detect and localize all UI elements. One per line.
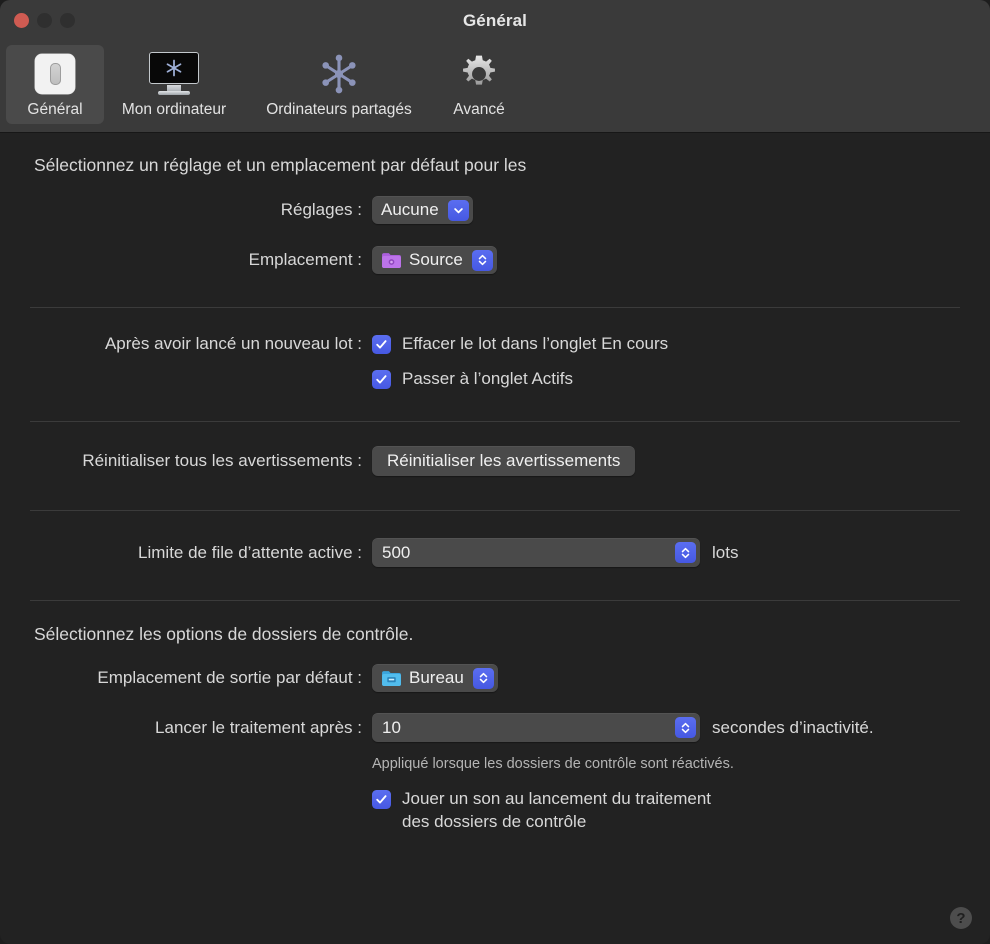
checkbox-switch-active-tab-label: Passer à l’onglet Actifs (402, 368, 574, 388)
monitor-icon (147, 51, 201, 97)
processing-delay-stepper[interactable]: 10 (372, 713, 700, 743)
checkbox-clear-batch[interactable]: Effacer le lot dans l’onglet En cours (372, 333, 668, 356)
reset-warnings-button[interactable]: Réinitialiser les avertissements (372, 446, 636, 477)
tab-general-label: Général (27, 101, 83, 118)
checkbox-icon (372, 335, 391, 354)
output-location-popup-button[interactable]: Bureau (372, 664, 498, 693)
defaults-section: Sélectionnez un réglage et un emplacemen… (0, 133, 990, 274)
processing-delay-label: Lancer le traitement après : (155, 717, 362, 737)
window-title: Général (462, 11, 527, 30)
reset-warnings-section: Réinitialiser tous les avertissements : … (0, 422, 990, 477)
location-label: Emplacement : (248, 250, 362, 269)
tab-advanced[interactable]: Avancé (434, 45, 524, 124)
tab-shared-computers[interactable]: Ordinateurs partagés (244, 45, 434, 124)
checkbox-play-sound-label-line2: des dossiers de contrôle (402, 811, 587, 831)
toggle-switch-icon (35, 51, 75, 97)
location-popup-value: Source (409, 250, 463, 269)
tab-my-computer-label: Mon ordinateur (121, 101, 227, 118)
processing-delay-value: 10 (382, 717, 401, 737)
defaults-heading: Sélectionnez un réglage et un emplacemen… (34, 155, 527, 175)
preferences-content: Sélectionnez un réglage et un emplacemen… (0, 133, 990, 943)
queue-limit-section: Limite de file d’attente active : 500 lo… (0, 511, 990, 568)
settings-popup-value: Aucune (381, 200, 439, 219)
tab-advanced-label: Avancé (453, 101, 505, 118)
gear-icon (457, 51, 501, 97)
tab-shared-computers-label: Ordinateurs partagés (266, 101, 412, 118)
queue-limit-label: Limite de file d’attente active : (138, 542, 362, 562)
purple-folder-icon (381, 252, 402, 269)
settings-label: Réglages : (280, 200, 362, 219)
tab-my-computer[interactable]: Mon ordinateur (104, 45, 244, 124)
preferences-toolbar: Général Mon ordinateur Ordinateurs parta… (0, 42, 990, 133)
checkbox-switch-active-tab[interactable]: Passer à l’onglet Actifs (372, 368, 573, 391)
checkbox-play-sound[interactable]: Jouer un son au lancement du traitement … (372, 788, 711, 833)
processing-delay-suffix: secondes d’inactivité. (712, 717, 874, 737)
queue-limit-suffix: lots (712, 542, 739, 562)
watch-folders-section: Sélectionnez les options de dossiers de … (0, 601, 990, 833)
processing-delay-note: Appliqué lorsque les dossiers de contrôl… (372, 756, 734, 773)
output-location-value: Bureau (409, 668, 464, 688)
title-bar: Général (0, 0, 990, 42)
chevron-down-icon (447, 199, 469, 221)
location-popup-button[interactable]: Source (372, 246, 497, 274)
output-location-label: Emplacement de sortie par défaut : (97, 668, 362, 688)
tab-general[interactable]: Général (6, 45, 104, 124)
network-nodes-icon (317, 51, 361, 97)
blue-desktop-folder-icon (381, 670, 402, 687)
queue-limit-value: 500 (382, 542, 411, 562)
chevron-up-down-icon (471, 249, 493, 271)
checkbox-icon (372, 369, 391, 389)
after-batch-section: Après avoir lancé un nouveau lot : Effac… (0, 308, 990, 390)
watch-folders-heading: Sélectionnez les options de dossiers de … (34, 624, 414, 645)
preferences-window: Général Général Mon ordinateur Ordinateu… (0, 0, 990, 944)
queue-limit-stepper[interactable]: 500 (372, 538, 700, 568)
chevron-up-down-icon (472, 667, 494, 689)
checkbox-clear-batch-label: Effacer le lot dans l’onglet En cours (402, 334, 669, 353)
checkbox-play-sound-label-line1: Jouer un son au lancement du traitement (402, 789, 712, 809)
chevron-up-down-icon[interactable] (675, 717, 696, 739)
checkbox-icon (372, 790, 391, 810)
reset-warnings-label: Réinitialiser tous les avertissements : (82, 451, 362, 471)
help-button[interactable]: ? (950, 907, 972, 929)
after-batch-label: Après avoir lancé un nouveau lot : (104, 334, 362, 354)
chevron-up-down-icon[interactable] (675, 542, 696, 564)
settings-popup-button[interactable]: Aucune (372, 196, 473, 224)
